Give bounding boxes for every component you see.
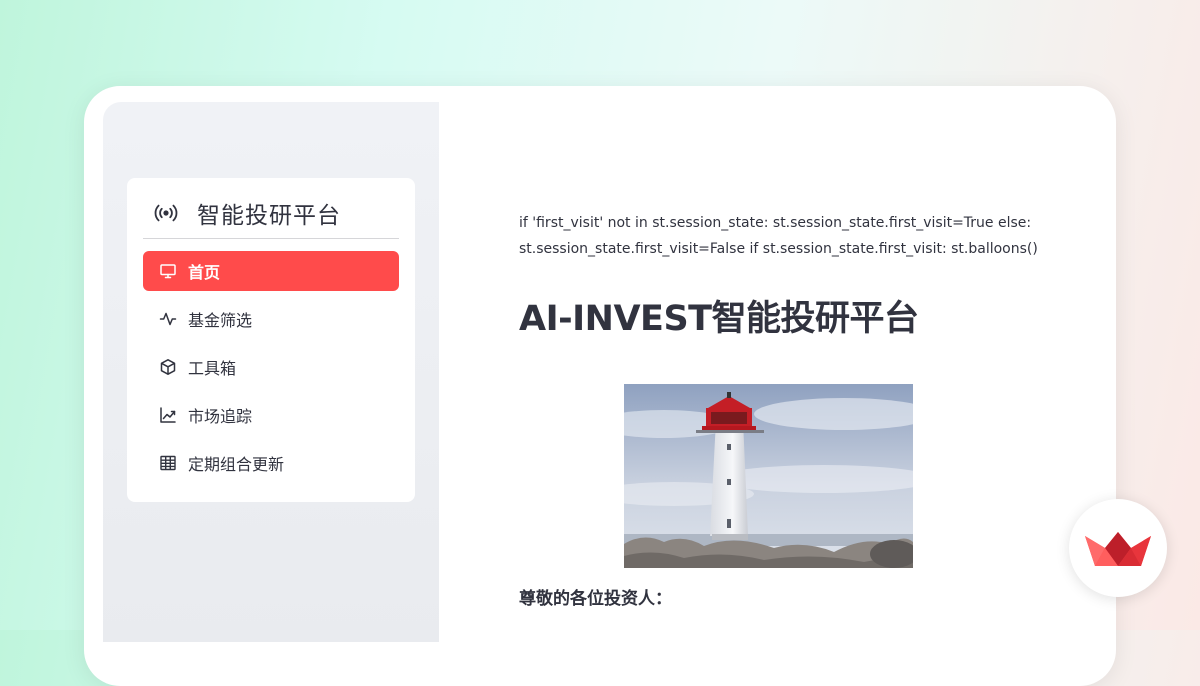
- sidebar-item-portfolio-update[interactable]: 定期组合更新: [143, 443, 399, 483]
- box-icon: [160, 359, 176, 375]
- sidebar-item-home[interactable]: 首页: [143, 251, 399, 291]
- sidebar-item-label: 市场追踪: [188, 407, 253, 426]
- table-icon: [160, 455, 176, 471]
- sidebar-item-label: 基金筛选: [188, 311, 253, 330]
- sidebar-item-fund-screening[interactable]: 基金筛选: [143, 299, 399, 339]
- page-title: AI-INVEST智能投研平台: [519, 299, 919, 339]
- streamlit-logo-badge: [1069, 499, 1167, 597]
- main-content: if 'first_visit' not in st.session_state…: [439, 102, 1105, 642]
- sidebar-item-market-tracking[interactable]: 市场追踪: [143, 395, 399, 435]
- broadcast-icon: [154, 204, 178, 222]
- lighthouse-image: [624, 384, 913, 568]
- menu-divider: [143, 238, 399, 239]
- sidebar-item-label: 工具箱: [188, 359, 237, 378]
- sidebar-item-label: 定期组合更新: [188, 455, 285, 474]
- sidebar-item-toolbox[interactable]: 工具箱: [143, 347, 399, 387]
- menu-header: 智能投研平台: [153, 198, 341, 229]
- sidebar-item-label: 首页: [188, 263, 221, 282]
- nav-menu: 智能投研平台 首页 基金筛选 工具箱 市场追踪 定期组合更新: [127, 178, 415, 502]
- monitor-icon: [160, 264, 176, 279]
- sidebar: 智能投研平台 首页 基金筛选 工具箱 市场追踪 定期组合更新: [103, 102, 439, 642]
- crown-logo-icon: [1085, 532, 1151, 566]
- app-title: 智能投研平台: [197, 203, 341, 229]
- code-text: if 'first_visit' not in st.session_state…: [519, 215, 1038, 257]
- trend-up-icon: [160, 407, 176, 423]
- app-window: 智能投研平台 首页 基金筛选 工具箱 市场追踪 定期组合更新 if 'first…: [103, 102, 1105, 642]
- activity-icon: [159, 312, 177, 326]
- greeting-text: 尊敬的各位投资人：: [519, 589, 672, 609]
